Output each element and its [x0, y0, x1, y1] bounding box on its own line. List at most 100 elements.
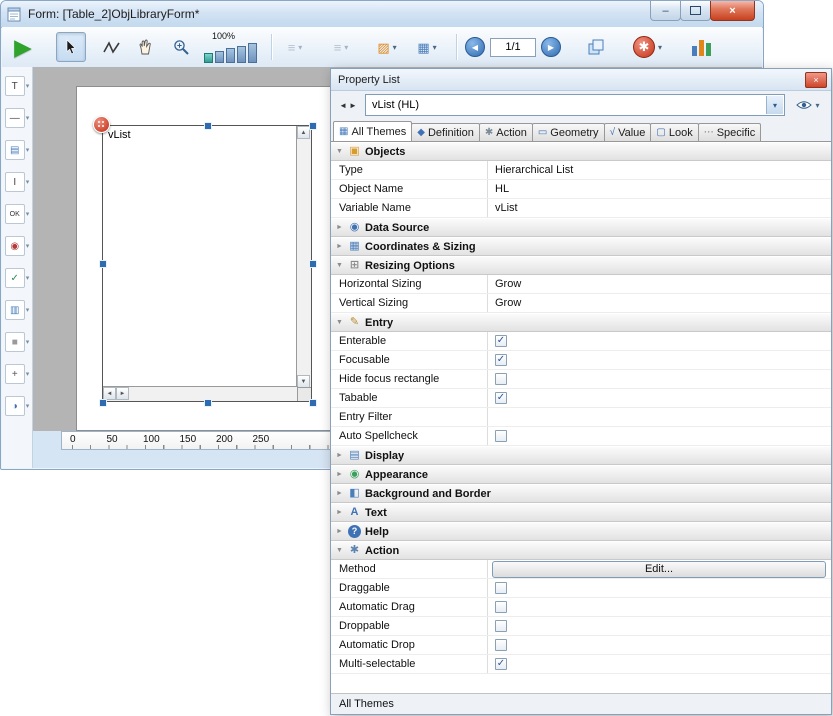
section-entry[interactable]: ▼✎Entry	[331, 313, 831, 332]
checkbox-automatic-drag[interactable]	[495, 601, 507, 613]
draw-tool-button[interactable]	[98, 33, 124, 61]
collapse-arrow-icon[interactable]: ▼	[335, 319, 344, 326]
chevron-down-icon[interactable]: ▾	[26, 178, 30, 186]
object-nav-buttons[interactable]: ◄ ►	[336, 101, 360, 110]
nav-right-icon[interactable]: ►	[349, 101, 357, 110]
tab-definition[interactable]: ◆Definition	[411, 123, 480, 141]
edit-button[interactable]: Edit...	[492, 561, 826, 578]
section-appearance[interactable]: ►◉Appearance	[331, 465, 831, 484]
nav-left-icon[interactable]: ◄	[339, 101, 347, 110]
collapse-arrow-icon[interactable]: ▼	[335, 262, 344, 269]
line-tool[interactable]: —▾	[5, 108, 30, 128]
property-value[interactable]: HL	[487, 180, 831, 198]
chevron-down-icon[interactable]: ▾	[26, 210, 30, 218]
zoom-bar[interactable]	[248, 43, 257, 63]
object-selector-dropdown[interactable]: vList (HL) ▾	[365, 94, 785, 116]
close-button[interactable]: ×	[710, 1, 755, 21]
page-indicator[interactable]: 1/1	[490, 38, 536, 57]
views-button[interactable]	[688, 33, 714, 61]
chevron-down-icon[interactable]: ▾	[26, 114, 30, 122]
zoom-tool-button[interactable]	[168, 33, 194, 61]
chevron-down-icon[interactable]: ▾	[26, 338, 30, 346]
tab-value[interactable]: √Value	[604, 123, 652, 141]
maximize-button[interactable]	[680, 1, 711, 21]
selection-handle[interactable]	[99, 260, 107, 268]
hand-tool-button[interactable]	[132, 33, 158, 61]
level-dropdown[interactable]: ▨ ▾	[370, 33, 404, 61]
expand-arrow-icon[interactable]: ►	[335, 243, 344, 250]
property-value[interactable]: Grow	[487, 275, 831, 293]
tab-all-themes[interactable]: ▦All Themes	[333, 121, 412, 141]
selection-handle[interactable]	[309, 399, 317, 407]
checkbox-focusable[interactable]: ✓	[495, 354, 507, 366]
previous-page-button[interactable]: ◀	[465, 37, 485, 57]
plugin-tool[interactable]: ◑▾	[5, 396, 30, 416]
splitter-tool[interactable]: +▾	[5, 364, 30, 384]
zoom-bar[interactable]	[204, 53, 213, 63]
text-tool[interactable]: T▾	[5, 76, 30, 96]
chevron-down-icon[interactable]: ▾	[766, 96, 783, 114]
expand-arrow-icon[interactable]: ►	[335, 224, 344, 231]
titlebar[interactable]: Form: [Table_2]ObjLibraryForm* – ×	[1, 1, 763, 28]
chevron-down-icon[interactable]: ▾	[26, 274, 30, 282]
checkbox-draggable[interactable]	[495, 582, 507, 594]
expand-arrow-icon[interactable]: ►	[335, 528, 344, 535]
section-action[interactable]: ▼✱Action	[331, 541, 831, 560]
checkbox-hide-focus-rectangle[interactable]	[495, 373, 507, 385]
windows-button[interactable]	[583, 33, 609, 61]
property-value[interactable]: Grow	[487, 294, 831, 312]
object-vertical-scrollbar[interactable]: ▲ ▼	[296, 126, 311, 388]
tab-action[interactable]: ✱Action	[479, 123, 533, 141]
next-page-button[interactable]: ▶	[541, 37, 561, 57]
property-list-titlebar[interactable]: Property List ×	[331, 69, 831, 91]
tab-look[interactable]: ▢Look	[650, 123, 698, 141]
section-resizing-options[interactable]: ▼⊞Resizing Options	[331, 256, 831, 275]
scroll-right-icon[interactable]: ►	[116, 387, 129, 400]
checkbox-multi-selectable[interactable]: ✓	[495, 658, 507, 670]
zoom-bar[interactable]	[237, 46, 246, 63]
expand-arrow-icon[interactable]: ►	[335, 490, 344, 497]
execute-form-button[interactable]: ▶	[10, 33, 36, 61]
listbox-tool[interactable]: ▤▾	[5, 140, 30, 160]
chevron-down-icon[interactable]: ▾	[26, 242, 30, 250]
zoom-bars[interactable]	[204, 44, 257, 63]
section-display[interactable]: ►▤Display	[331, 446, 831, 465]
rect-tool[interactable]: ■▾	[5, 332, 30, 352]
section-coordinates-sizing[interactable]: ►▦Coordinates & Sizing	[331, 237, 831, 256]
tab-geometry[interactable]: ▭Geometry	[532, 123, 605, 141]
input-tool[interactable]: I▾	[5, 172, 30, 192]
radio-tool[interactable]: ◉▾	[5, 236, 30, 256]
expand-arrow-icon[interactable]: ►	[335, 509, 344, 516]
section-help[interactable]: ►?Help	[331, 522, 831, 541]
checkbox-enterable[interactable]: ✓	[495, 335, 507, 347]
selection-handle[interactable]	[99, 399, 107, 407]
checkbox-tool[interactable]: ✓▾	[5, 268, 30, 288]
object-method-badge[interactable]	[93, 116, 110, 133]
columns-tool[interactable]: ▥▾	[5, 300, 30, 320]
chevron-down-icon[interactable]: ▾	[26, 306, 30, 314]
chevron-down-icon[interactable]: ▾	[26, 146, 30, 154]
button-tool[interactable]: OK▾	[5, 204, 30, 224]
property-value[interactable]: vList	[487, 199, 831, 217]
collapse-arrow-icon[interactable]: ▼	[335, 547, 344, 554]
align-dropdown[interactable]: ≡ ▾	[278, 33, 312, 61]
form-events-button[interactable]: ✱ ▾	[629, 33, 666, 61]
selection-handle[interactable]	[309, 122, 317, 130]
visibility-options-button[interactable]: ▾	[790, 100, 826, 110]
checkbox-tabable[interactable]: ✓	[495, 392, 507, 404]
distribute-dropdown[interactable]: ≡ ▾	[324, 33, 358, 61]
property-value[interactable]	[487, 408, 831, 426]
section-background-and-border[interactable]: ►◧Background and Border	[331, 484, 831, 503]
chevron-down-icon[interactable]: ▾	[26, 82, 30, 90]
zoom-bar[interactable]	[215, 51, 224, 63]
selection-handle[interactable]	[204, 399, 212, 407]
tab-specific[interactable]: ⋯Specific	[698, 123, 762, 141]
vlist-object[interactable]: vList ▲ ▼ ◄ ►	[102, 125, 312, 402]
property-list-close-button[interactable]: ×	[805, 72, 827, 88]
section-data-source[interactable]: ►◉Data Source	[331, 218, 831, 237]
checkbox-droppable[interactable]	[495, 620, 507, 632]
minimize-button[interactable]: –	[650, 1, 681, 21]
expand-arrow-icon[interactable]: ►	[335, 452, 344, 459]
checkbox-automatic-drop[interactable]	[495, 639, 507, 651]
collapse-arrow-icon[interactable]: ▼	[335, 148, 344, 155]
